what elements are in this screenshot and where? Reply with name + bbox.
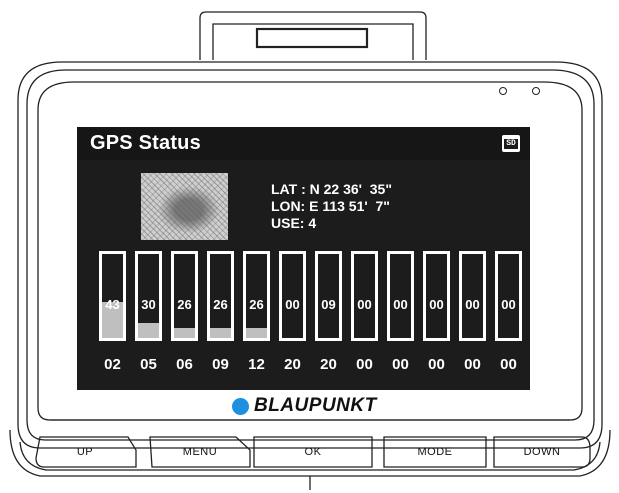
signal-bar-fill — [210, 327, 231, 338]
up-button[interactable]: UP — [40, 437, 130, 467]
sd-card-icon: SD — [502, 135, 520, 152]
ok-button[interactable]: OK — [254, 437, 372, 467]
satellite-id-label: 00 — [464, 356, 481, 373]
signal-bar-fill — [138, 322, 159, 338]
signal-strength-label: 26 — [177, 297, 192, 312]
signal-strength-label: 43 — [105, 297, 120, 312]
signal-strength-label: 26 — [213, 297, 228, 312]
signal-bar-fill — [246, 327, 267, 338]
satellite-id-label: 20 — [284, 356, 301, 373]
satellite-id-label: 02 — [104, 356, 121, 373]
satellite-map-icon — [141, 173, 228, 240]
satellite-id-label: 06 — [176, 356, 193, 373]
satellite-id-label: 00 — [500, 356, 517, 373]
signal-bar-fill — [174, 327, 195, 338]
signal-strength-label: 00 — [429, 297, 444, 312]
signal-bar: 00 — [495, 251, 522, 341]
signal-strength-label: 00 — [501, 297, 516, 312]
signal-strength-label: 00 — [393, 297, 408, 312]
signal-bar: 30 — [135, 251, 162, 341]
status-led-icon — [499, 87, 507, 95]
longitude-text: LON: E 113 51' 7" — [271, 198, 390, 214]
signal-strength-label: 00 — [285, 297, 300, 312]
signal-bar: 26 — [243, 251, 270, 341]
satellite-id-label: 00 — [356, 356, 373, 373]
signal-strength-label: 00 — [357, 297, 372, 312]
mode-button[interactable]: MODE — [384, 437, 486, 467]
signal-bar: 09 — [315, 251, 342, 341]
signal-strength-label: 00 — [465, 297, 480, 312]
signal-bar: 26 — [171, 251, 198, 341]
satellite-id-label: 09 — [212, 356, 229, 373]
brand-dot-icon — [232, 397, 249, 415]
satellite-id-label: 05 — [140, 356, 157, 373]
signal-bar: 00 — [459, 251, 486, 341]
signal-strength-label: 09 — [321, 297, 336, 312]
sd-card-label: SD — [504, 139, 518, 149]
brand-name: BLAUPUNKT — [254, 395, 377, 416]
signal-strength-label: 26 — [249, 297, 264, 312]
signal-bar: 00 — [351, 251, 378, 341]
coordinates-panel: LAT : N 22 36' 35" LON: E 113 51' 7" USE… — [271, 181, 392, 232]
satellite-id-label: 20 — [320, 356, 337, 373]
satellites-in-use-text: USE: 4 — [271, 215, 317, 231]
satellite-id-label: 00 — [392, 356, 409, 373]
latitude-text: LAT : N 22 36' 35" — [271, 181, 392, 197]
signal-strength-label: 30 — [141, 297, 156, 312]
signal-bar: 43 — [99, 251, 126, 341]
brand-logo: BLAUPUNKT — [232, 395, 377, 419]
title-bar: GPS Status SD — [77, 127, 530, 160]
satellite-id-label: 12 — [248, 356, 265, 373]
signal-bar: 00 — [423, 251, 450, 341]
signal-bar: 00 — [387, 251, 414, 341]
page-title: GPS Status — [90, 132, 201, 154]
down-button[interactable]: DOWN — [494, 437, 590, 467]
satellite-id-label: 00 — [428, 356, 445, 373]
menu-button[interactable]: MENU — [152, 437, 248, 467]
signal-bar: 26 — [207, 251, 234, 341]
gps-status-screen: GPS Status SD LAT : N 22 36' 35" LON: E … — [77, 127, 530, 390]
signal-bar: 00 — [279, 251, 306, 341]
status-led-icon — [532, 87, 540, 95]
